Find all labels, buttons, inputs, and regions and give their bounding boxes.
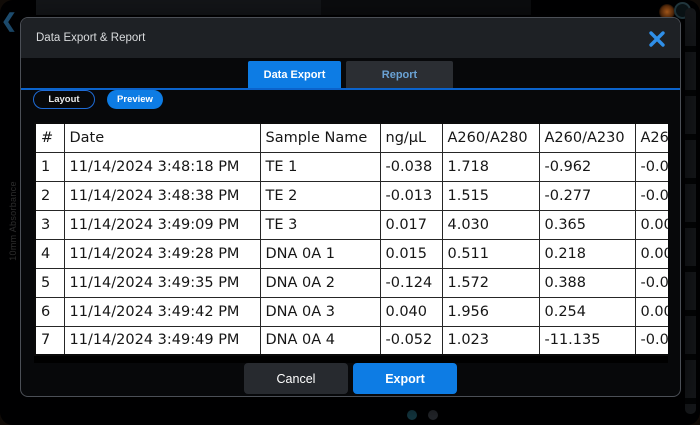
table-cell: 0.254: [539, 297, 635, 326]
table-cell: -0.277: [539, 181, 635, 210]
table-cell: 0.365: [539, 210, 635, 239]
export-preview-table: # Date Sample Name ng/µL A260/A280 A260/…: [34, 122, 668, 356]
table-cell: 1: [35, 152, 64, 181]
page-indicator-dot: [428, 410, 438, 420]
background-toolbar-strip-dim: [321, 0, 531, 15]
table-cell: 11/14/2024 3:49:09 PM: [64, 210, 260, 239]
table-cell: 1.956: [442, 297, 539, 326]
table-cell: TE 2: [260, 181, 380, 210]
table-cell: 0.00: [635, 239, 668, 268]
back-chevron-icon: ❮: [1, 12, 17, 31]
preview-toggle-button[interactable]: Preview: [107, 90, 163, 109]
table-cell: 11/14/2024 3:49:35 PM: [64, 268, 260, 297]
table-cell: DNA 0A 4: [260, 326, 380, 355]
table-cell: -0.0: [635, 181, 668, 210]
table-row: 6 11/14/2024 3:49:42 PM DNA 0A 3 0.040 1…: [35, 297, 668, 326]
table-cell: 7: [35, 326, 64, 355]
table-cell: 0.00: [635, 297, 668, 326]
table-cell: 11/14/2024 3:48:18 PM: [64, 152, 260, 181]
table-cell: 11/14/2024 3:49:49 PM: [64, 326, 260, 355]
table-cell: 3: [35, 210, 64, 239]
table-cell: 0.015: [380, 239, 442, 268]
background-scrollbar-rail: [685, 8, 696, 414]
table-cell: -0.0: [635, 152, 668, 181]
table-cell: 11/14/2024 3:48:38 PM: [64, 181, 260, 210]
dialog-titlebar: Data Export & Report: [21, 18, 680, 58]
export-preview-table-container: # Date Sample Name ng/µL A260/A280 A260/…: [34, 122, 668, 363]
table-cell: 0.388: [539, 268, 635, 297]
table-cell: 0.040: [380, 297, 442, 326]
table-cell: -0.0: [635, 326, 668, 355]
table-row: 3 11/14/2024 3:49:09 PM TE 3 0.017 4.030…: [35, 210, 668, 239]
table-row: 2 11/14/2024 3:48:38 PM TE 2 -0.013 1.51…: [35, 181, 668, 210]
table-cell: 11/14/2024 3:49:28 PM: [64, 239, 260, 268]
background-axis-label: 10mm Absorbance: [8, 169, 18, 273]
table-cell: 1.718: [442, 152, 539, 181]
column-header: A26: [635, 123, 668, 152]
data-export-report-dialog: Data Export & Report Data Export Report …: [20, 17, 681, 397]
table-cell: 1.023: [442, 326, 539, 355]
device-screen: ❮ 10mm Absorbance Data Export & Report D…: [0, 0, 700, 425]
table-cell: 4: [35, 239, 64, 268]
table-cell: TE 3: [260, 210, 380, 239]
table-row: 5 11/14/2024 3:49:35 PM DNA 0A 2 -0.124 …: [35, 268, 668, 297]
dialog-tabs: Data Export Report: [21, 61, 680, 88]
column-header: #: [35, 123, 64, 152]
page-indicator-dot: [407, 410, 417, 420]
table-cell: -0.0: [635, 268, 668, 297]
table-cell: 5: [35, 268, 64, 297]
column-header: Date: [64, 123, 260, 152]
table-cell: DNA 0A 1: [260, 239, 380, 268]
export-button[interactable]: Export: [353, 363, 457, 394]
table-cell: 1.572: [442, 268, 539, 297]
table-header-row: # Date Sample Name ng/µL A260/A280 A260/…: [35, 123, 668, 152]
table-cell: -0.124: [380, 268, 442, 297]
close-icon: [647, 29, 667, 49]
table-cell: 1.515: [442, 181, 539, 210]
tab-report[interactable]: Report: [346, 61, 453, 88]
table-cell: -11.135: [539, 326, 635, 355]
table-cell: 0.511: [442, 239, 539, 268]
table-row: 1 11/14/2024 3:48:18 PM TE 1 -0.038 1.71…: [35, 152, 668, 181]
column-header: ng/µL: [380, 123, 442, 152]
column-header: A260/A230: [539, 123, 635, 152]
table-cell: -0.962: [539, 152, 635, 181]
table-cell: DNA 0A 3: [260, 297, 380, 326]
background-toolbar-strip: [36, 0, 321, 15]
table-cell: 0.00: [635, 210, 668, 239]
table-cell: -0.038: [380, 152, 442, 181]
tab-data-export[interactable]: Data Export: [248, 61, 341, 88]
view-toggle: Layout Preview: [33, 90, 163, 109]
close-button[interactable]: [645, 27, 669, 51]
table-cell: TE 1: [260, 152, 380, 181]
table-cell: -0.052: [380, 326, 442, 355]
table-cell: 2: [35, 181, 64, 210]
table-cell: DNA 0A 2: [260, 268, 380, 297]
table-cell: 0.017: [380, 210, 442, 239]
table-cell: 4.030: [442, 210, 539, 239]
table-row: 7 11/14/2024 3:49:49 PM DNA 0A 4 -0.052 …: [35, 326, 668, 355]
dialog-title: Data Export & Report: [36, 32, 145, 44]
column-header: A260/A280: [442, 123, 539, 152]
table-cell: -0.013: [380, 181, 442, 210]
table-cell: 0.218: [539, 239, 635, 268]
table-cell: 6: [35, 297, 64, 326]
table-cell: 11/14/2024 3:49:42 PM: [64, 297, 260, 326]
table-row: 4 11/14/2024 3:49:28 PM DNA 0A 1 0.015 0…: [35, 239, 668, 268]
layout-toggle-button[interactable]: Layout: [33, 90, 95, 109]
cancel-button[interactable]: Cancel: [244, 363, 348, 394]
column-header: Sample Name: [260, 123, 380, 152]
